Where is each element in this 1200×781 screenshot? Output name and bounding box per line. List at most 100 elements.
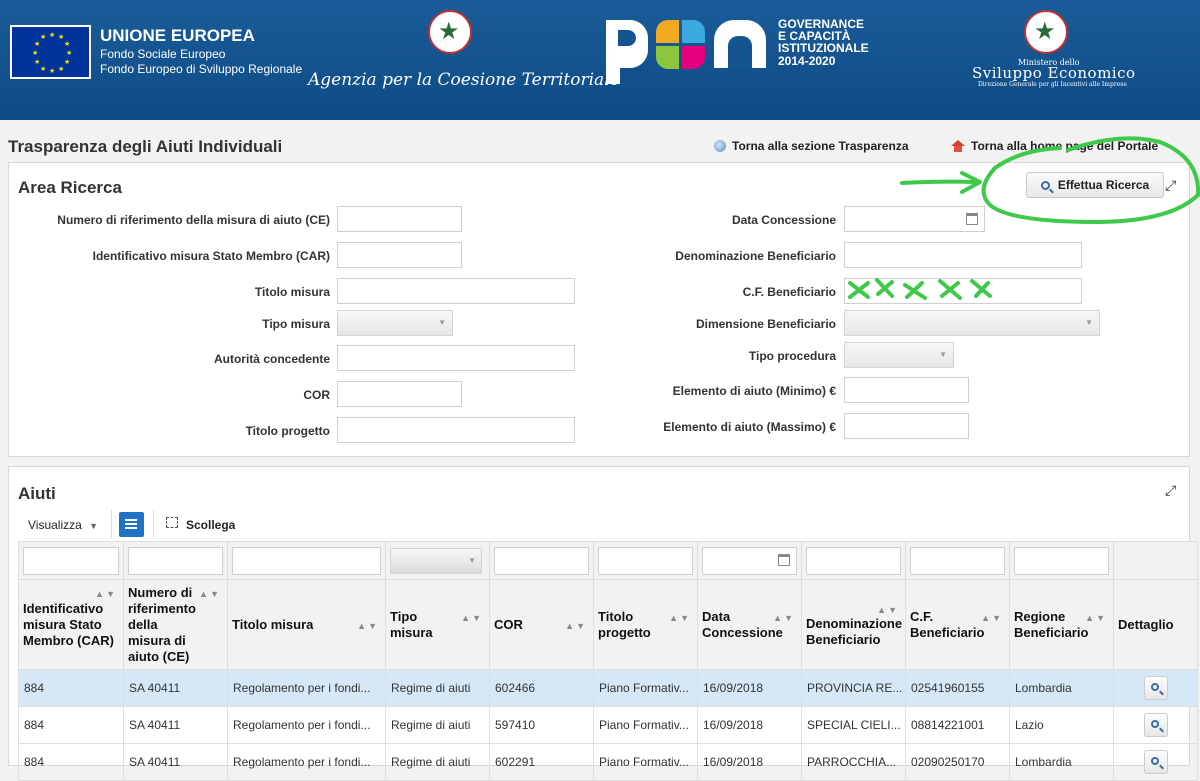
label-denominazione: Denominazione Beneficiario <box>675 249 836 263</box>
cell-titolo-progetto: Piano Formativ... <box>593 706 698 744</box>
column-header-regione[interactable]: ▲▼ Regione Beneficiario <box>1009 579 1114 670</box>
cell-cf: 02090250170 <box>905 743 1010 781</box>
label-elem-min: Elemento di aiuto (Minimo) € <box>672 384 836 398</box>
elem-max-input[interactable] <box>844 413 969 439</box>
filter-cor-input[interactable] <box>494 546 589 575</box>
eu-flag-icon: ★ ★ ★ ★ ★ ★ ★ ★ ★ ★ ★ ★ <box>10 25 91 79</box>
filter-cf-input[interactable] <box>910 546 1005 575</box>
view-menu-label: Visualizza <box>28 518 82 532</box>
cell-titolo-progetto: Piano Formativ... <box>593 669 698 707</box>
titolo-progetto-input[interactable] <box>337 417 575 443</box>
cell-titolo-misura: Regolamento per i fondi... <box>227 706 386 744</box>
magnifier-icon <box>1150 720 1159 728</box>
filter-ce-input[interactable] <box>128 546 223 575</box>
cell-cf: 02541960155 <box>905 669 1010 707</box>
header-row: ▲▼ Identificativo misura Stato Membro (CA… <box>18 579 1198 670</box>
cell-cor: 602291 <box>489 743 594 781</box>
sort-icon[interactable]: ▲▼ <box>461 610 483 626</box>
header-banner: ★ ★ ★ ★ ★ ★ ★ ★ ★ ★ ★ ★ UNIONE EUROPEA F… <box>0 0 1200 120</box>
numero-ce-input[interactable] <box>337 206 462 232</box>
magnifier-icon <box>1150 683 1159 691</box>
cell-tipo-misura: Regime di aiuti <box>385 743 490 781</box>
cell-data: 16/09/2018 <box>697 706 802 744</box>
column-header-dettaglio: Dettaglio <box>1113 579 1198 670</box>
filter-denominazione-input[interactable] <box>806 546 901 575</box>
dimensione-select[interactable] <box>844 310 1100 336</box>
filter-titolo-progetto-input[interactable] <box>598 546 693 575</box>
link-home-portale[interactable]: Torna alla home page del Portale <box>951 139 1158 153</box>
pon-text-years: 2014-2020 <box>778 54 836 68</box>
page-title: Trasparenza degli Aiuti Individuali <box>8 137 283 156</box>
detach-button[interactable]: Scollega <box>186 518 235 532</box>
cell-car: 884 <box>18 743 124 781</box>
tipo-procedura-select[interactable] <box>844 342 954 368</box>
column-header-titolo-misura[interactable]: ▲▼ Titolo misura <box>227 579 386 670</box>
filter-titolo-misura-input[interactable] <box>232 546 381 575</box>
column-header-tipo-misura[interactable]: ▲▼ Tipo misura <box>385 579 490 670</box>
ministry-name: Sviluppo Economico <box>972 64 1136 82</box>
label-tipo-misura: Tipo misura <box>262 317 330 331</box>
table-row[interactable]: 884 SA 40411 Regolamento per i fondi... … <box>18 706 1198 744</box>
cf-input[interactable] <box>844 278 1082 304</box>
eu-fund-fesr: Fondo Europeo di Sviluppo Regionale <box>100 62 303 76</box>
sort-icon[interactable]: ▲▼ <box>1085 610 1107 626</box>
detach-icon[interactable] <box>166 517 178 528</box>
cell-car: 884 <box>18 669 124 707</box>
label-titolo-misura: Titolo misura <box>254 285 330 299</box>
car-input[interactable] <box>337 242 462 268</box>
elem-min-input[interactable] <box>844 377 969 403</box>
column-header-cf[interactable]: ▲▼ C.F. Beneficiario <box>905 579 1010 670</box>
column-header-titolo-progetto[interactable]: ▲▼ Titolo progetto <box>593 579 698 670</box>
calendar-icon[interactable] <box>966 213 978 225</box>
toolbar-divider <box>153 510 154 538</box>
table-row[interactable]: 884 SA 40411 Regolamento per i fondi... … <box>18 669 1198 707</box>
filter-car-input[interactable] <box>23 546 119 575</box>
expand-icon[interactable]: ⤢ <box>1165 177 1176 194</box>
column-header-car[interactable]: ▲▼ Identificativo misura Stato Membro (CA… <box>18 579 124 670</box>
denominazione-input[interactable] <box>844 242 1082 268</box>
column-header-denominazione[interactable]: ▲▼ Denominazione Beneficiario <box>801 579 906 670</box>
filter-toggle-icon[interactable] <box>119 512 144 537</box>
data-concessione-input[interactable] <box>844 206 985 232</box>
republic-emblem-icon: ★ <box>428 10 472 54</box>
view-menu[interactable]: Visualizza ▼ <box>28 518 98 532</box>
table-row[interactable]: 884 SA 40411 Regolamento per i fondi... … <box>18 743 1198 781</box>
filter-tipo-misura-select[interactable] <box>390 547 482 574</box>
label-dimensione: Dimensione Beneficiario <box>695 317 836 331</box>
search-button[interactable]: Effettua Ricerca <box>1026 172 1164 198</box>
filter-data-input[interactable] <box>702 546 797 575</box>
column-header-ce[interactable]: ▲▼ Numero di riferimento della misura di … <box>123 579 228 670</box>
detail-button[interactable] <box>1143 713 1168 737</box>
column-header-cor[interactable]: ▲▼ COR <box>489 579 594 670</box>
cell-cor: 602466 <box>489 669 594 707</box>
titolo-misura-input[interactable] <box>337 278 575 304</box>
column-header-data[interactable]: ▲▼ Data Concessione <box>697 579 802 670</box>
detail-button[interactable] <box>1143 676 1168 700</box>
tipo-misura-select[interactable] <box>337 310 453 336</box>
search-button-label: Effettua Ricerca <box>1057 178 1150 192</box>
sort-icon[interactable]: ▲▼ <box>95 586 117 602</box>
link-trasparenza[interactable]: Torna alla sezione Trasparenza <box>714 139 909 153</box>
cell-ce: SA 40411 <box>123 669 228 707</box>
sort-icon[interactable]: ▲▼ <box>357 618 379 634</box>
expand-icon[interactable]: ⤢ <box>1165 482 1176 499</box>
detail-button[interactable] <box>1143 750 1168 774</box>
calendar-icon[interactable] <box>778 553 790 566</box>
autorita-input[interactable] <box>337 345 575 371</box>
label-tipo-procedura: Tipo procedura <box>748 349 836 363</box>
sort-icon[interactable]: ▲▼ <box>565 618 587 634</box>
home-icon <box>951 140 965 152</box>
ministry-direction: Direzione Generale per gli Incentivi all… <box>978 81 1127 88</box>
sort-icon[interactable]: ▲▼ <box>773 610 795 626</box>
sort-icon[interactable]: ▲▼ <box>199 586 221 602</box>
cell-data: 16/09/2018 <box>697 743 802 781</box>
sort-icon[interactable]: ▲▼ <box>669 610 691 626</box>
cell-data: 16/09/2018 <box>697 669 802 707</box>
sort-icon[interactable]: ▲▼ <box>981 610 1003 626</box>
cell-tipo-misura: Regime di aiuti <box>385 706 490 744</box>
filter-regione-input[interactable] <box>1014 546 1109 575</box>
search-panel-title: Area Ricerca <box>18 178 122 197</box>
cor-input[interactable] <box>337 381 462 407</box>
magnifier-icon <box>1150 757 1159 765</box>
sort-icon[interactable]: ▲▼ <box>877 602 899 618</box>
